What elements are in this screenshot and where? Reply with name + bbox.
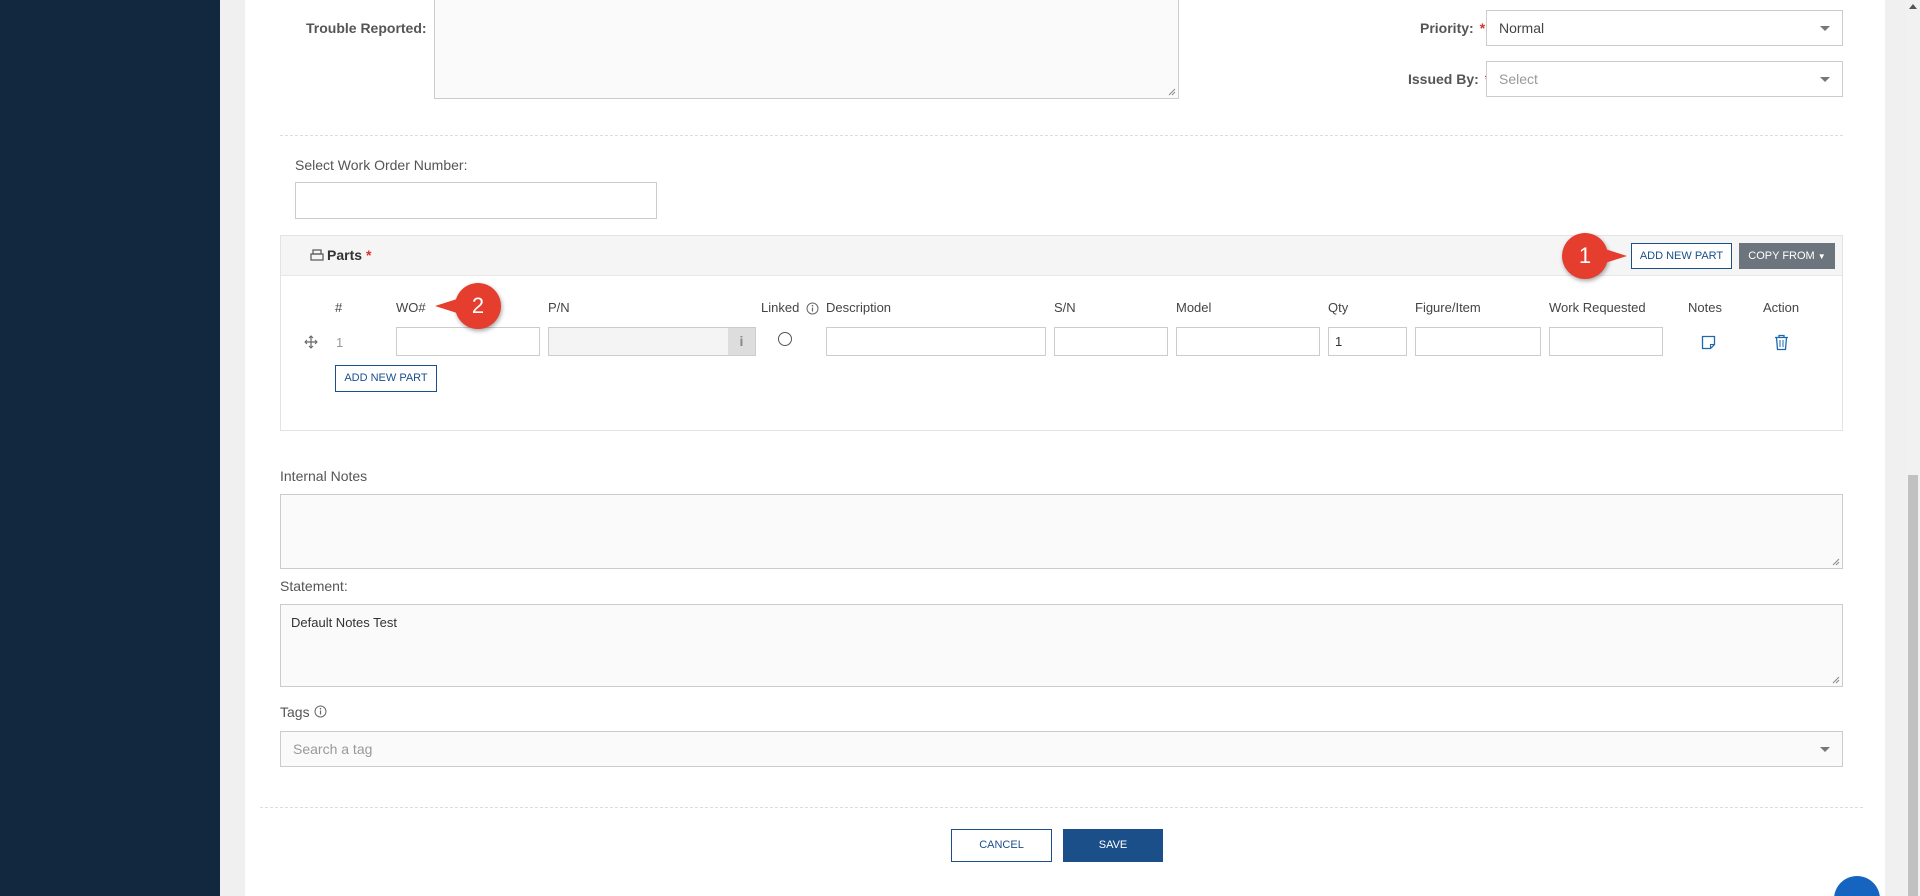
drag-handle-icon[interactable] bbox=[304, 335, 318, 349]
caret-down-icon: ▼ bbox=[1817, 252, 1826, 261]
note-icon[interactable] bbox=[1701, 335, 1716, 350]
col-linked: Linked bbox=[761, 300, 800, 315]
info-icon[interactable]: i bbox=[728, 328, 755, 355]
annotation-pointer bbox=[1605, 249, 1627, 263]
col-notes: Notes bbox=[1688, 300, 1722, 315]
tags-placeholder: Search a tag bbox=[293, 741, 373, 757]
sidebar bbox=[0, 0, 220, 896]
work-requested-input[interactable] bbox=[1549, 327, 1663, 356]
row-index: 1 bbox=[336, 335, 344, 350]
priority-value: Normal bbox=[1499, 20, 1545, 36]
resize-handle-icon[interactable] bbox=[1832, 676, 1840, 684]
wo-input[interactable] bbox=[396, 327, 540, 356]
col-sn: S/N bbox=[1054, 300, 1076, 315]
resize-handle-icon[interactable] bbox=[1168, 88, 1176, 96]
internal-notes-label: Internal Notes bbox=[280, 468, 368, 484]
qty-input[interactable]: 1 bbox=[1328, 327, 1407, 356]
add-new-part-bottom-button[interactable]: ADD NEW PART bbox=[335, 365, 437, 392]
issued-by-select[interactable]: Select bbox=[1486, 61, 1843, 97]
annotation-pointer bbox=[435, 299, 457, 313]
info-icon[interactable] bbox=[806, 302, 819, 315]
statement-textarea[interactable]: Default Notes Test bbox=[280, 604, 1843, 687]
col-model: Model bbox=[1176, 300, 1212, 315]
trouble-reported-textarea[interactable] bbox=[434, 0, 1179, 99]
internal-notes-textarea[interactable] bbox=[280, 494, 1843, 569]
issued-by-placeholder: Select bbox=[1499, 71, 1538, 87]
parts-title: Parts * bbox=[327, 247, 372, 263]
statement-value: Default Notes Test bbox=[291, 615, 397, 630]
linked-radio[interactable] bbox=[778, 332, 792, 346]
col-action: Action bbox=[1763, 300, 1800, 315]
save-button[interactable]: SAVE bbox=[1063, 829, 1163, 862]
tags-label: Tags bbox=[280, 704, 310, 720]
trash-icon[interactable] bbox=[1774, 334, 1789, 351]
priority-label: Priority: * bbox=[1420, 20, 1486, 36]
wo-number-label: Select Work Order Number: bbox=[295, 157, 468, 173]
printer-icon bbox=[310, 249, 324, 261]
statement-label: Statement: bbox=[280, 578, 348, 594]
col-description: Description bbox=[826, 300, 892, 315]
copy-from-button[interactable]: COPY FROM ▼ bbox=[1739, 243, 1835, 269]
col-figure-item: Figure/Item bbox=[1415, 300, 1481, 315]
chevron-down-icon bbox=[1820, 26, 1830, 31]
info-icon[interactable] bbox=[314, 705, 327, 718]
add-new-part-top-button[interactable]: ADD NEW PART bbox=[1631, 243, 1732, 269]
annotation-marker-1: 1 bbox=[1562, 233, 1608, 279]
priority-select[interactable]: Normal bbox=[1486, 10, 1843, 46]
chevron-down-icon bbox=[1820, 77, 1830, 82]
wo-number-input[interactable] bbox=[295, 182, 657, 219]
divider bbox=[260, 807, 1863, 808]
annotation-marker-2: 2 bbox=[455, 283, 501, 329]
figure-item-input[interactable] bbox=[1415, 327, 1541, 356]
scroll-up-icon[interactable] bbox=[1909, 4, 1917, 9]
resize-handle-icon[interactable] bbox=[1832, 558, 1840, 566]
description-input[interactable] bbox=[826, 327, 1046, 356]
scrollbar[interactable] bbox=[1906, 0, 1920, 896]
sn-input[interactable] bbox=[1054, 327, 1168, 356]
scrollbar-thumb[interactable] bbox=[1908, 475, 1918, 896]
col-pn: P/N bbox=[548, 300, 570, 315]
trouble-reported-label: Trouble Reported: bbox=[306, 20, 427, 36]
issued-by-label: Issued By:* bbox=[1408, 71, 1490, 87]
col-work-requested: Work Requested bbox=[1549, 300, 1646, 315]
pn-input[interactable]: i bbox=[548, 327, 756, 356]
col-wo: WO# bbox=[396, 300, 426, 315]
col-index: # bbox=[335, 300, 343, 315]
cancel-button[interactable]: CANCEL bbox=[951, 829, 1052, 862]
model-input[interactable] bbox=[1176, 327, 1320, 356]
chevron-down-icon bbox=[1820, 747, 1830, 752]
tags-search-input[interactable]: Search a tag bbox=[280, 731, 1843, 767]
col-qty: Qty bbox=[1328, 300, 1349, 315]
divider bbox=[280, 135, 1843, 136]
